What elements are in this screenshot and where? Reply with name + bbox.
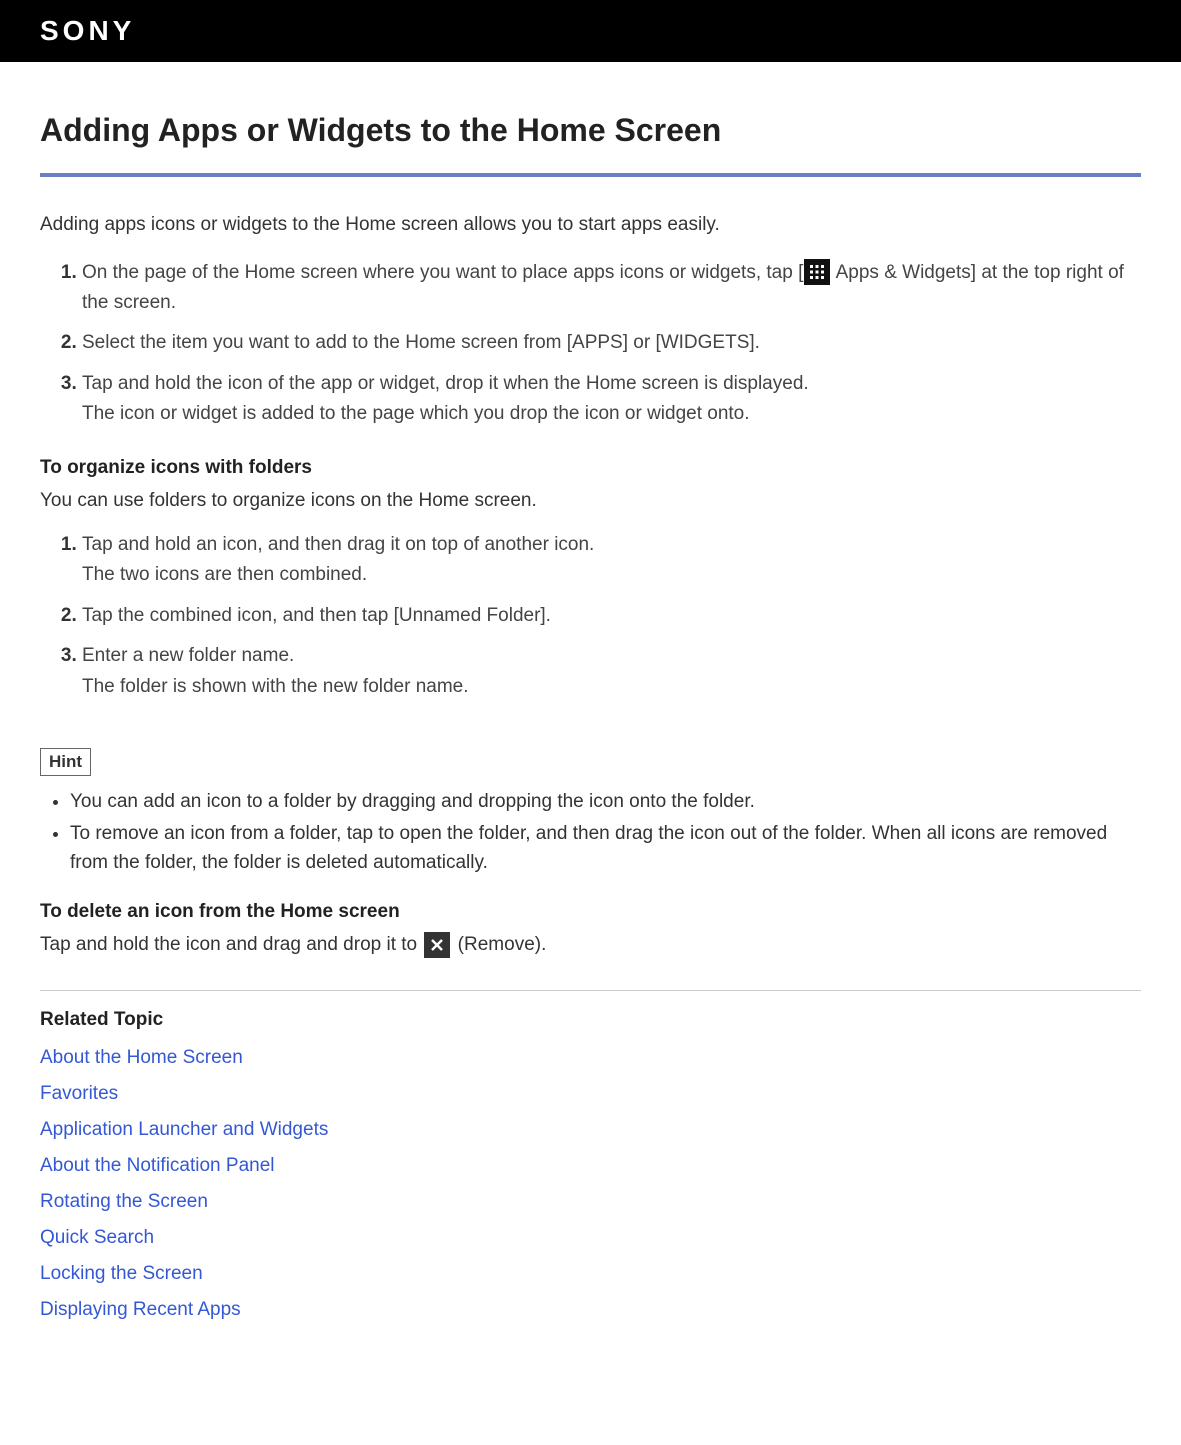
related-link[interactable]: Favorites	[40, 1083, 1141, 1105]
steps-list-organize: Tap and hold an icon, and then drag it o…	[40, 530, 1141, 702]
step-text: Select the item you want to add to the H…	[82, 332, 760, 353]
related-link[interactable]: Quick Search	[40, 1227, 1141, 1249]
delete-heading: To delete an icon from the Home screen	[40, 901, 1141, 923]
related-link[interactable]: Rotating the Screen	[40, 1191, 1141, 1213]
step-item: Tap and hold the icon of the app or widg…	[82, 369, 1141, 430]
hint-item: To remove an icon from a folder, tap to …	[70, 820, 1141, 877]
delete-text: Tap and hold the icon and drag and drop …	[40, 931, 1141, 960]
page-title: Adding Apps or Widgets to the Home Scree…	[40, 112, 1141, 149]
hint-label: Hint	[40, 748, 91, 776]
step-text: Enter a new folder name.	[82, 645, 294, 666]
delete-text-part: (Remove).	[452, 934, 546, 955]
apps-grid-icon	[804, 259, 830, 285]
related-divider	[40, 990, 1141, 991]
related-link[interactable]: Locking the Screen	[40, 1263, 1141, 1285]
step-text: Tap and hold the icon of the app or widg…	[82, 373, 809, 394]
step-text: The icon or widget is added to the page …	[82, 399, 1141, 429]
step-item: Tap and hold an icon, and then drag it o…	[82, 530, 1141, 591]
related-links: About the Home Screen Favorites Applicat…	[40, 1047, 1141, 1321]
step-text: Tap the combined icon, and then tap [Unn…	[82, 605, 551, 626]
delete-text-part: Tap and hold the icon and drag and drop …	[40, 934, 422, 955]
related-link[interactable]: Application Launcher and Widgets	[40, 1119, 1141, 1141]
step-item: Select the item you want to add to the H…	[82, 328, 1141, 358]
organize-text: You can use folders to organize icons on…	[40, 487, 1141, 516]
main-content: Adding Apps or Widgets to the Home Scree…	[0, 62, 1181, 1341]
hint-list: You can add an icon to a folder by dragg…	[40, 788, 1141, 878]
related-heading: Related Topic	[40, 1009, 1141, 1031]
intro-text: Adding apps icons or widgets to the Home…	[40, 211, 1141, 240]
related-link[interactable]: Displaying Recent Apps	[40, 1299, 1141, 1321]
steps-list-main: On the page of the Home screen where you…	[40, 258, 1141, 430]
brand-logo: SONY	[40, 15, 135, 47]
related-link[interactable]: About the Notification Panel	[40, 1155, 1141, 1177]
organize-heading: To organize icons with folders	[40, 457, 1141, 479]
step-text: The folder is shown with the new folder …	[82, 672, 1141, 702]
step-text: On the page of the Home screen where you…	[82, 262, 803, 283]
step-text: The two icons are then combined.	[82, 560, 1141, 590]
step-text: Tap and hold an icon, and then drag it o…	[82, 534, 594, 555]
hint-item: You can add an icon to a folder by dragg…	[70, 788, 1141, 817]
related-link[interactable]: About the Home Screen	[40, 1047, 1141, 1069]
step-item: On the page of the Home screen where you…	[82, 258, 1141, 319]
title-divider	[40, 173, 1141, 177]
remove-x-icon	[424, 932, 450, 958]
site-header: SONY	[0, 0, 1181, 62]
step-item: Tap the combined icon, and then tap [Unn…	[82, 601, 1141, 631]
step-item: Enter a new folder name. The folder is s…	[82, 641, 1141, 702]
